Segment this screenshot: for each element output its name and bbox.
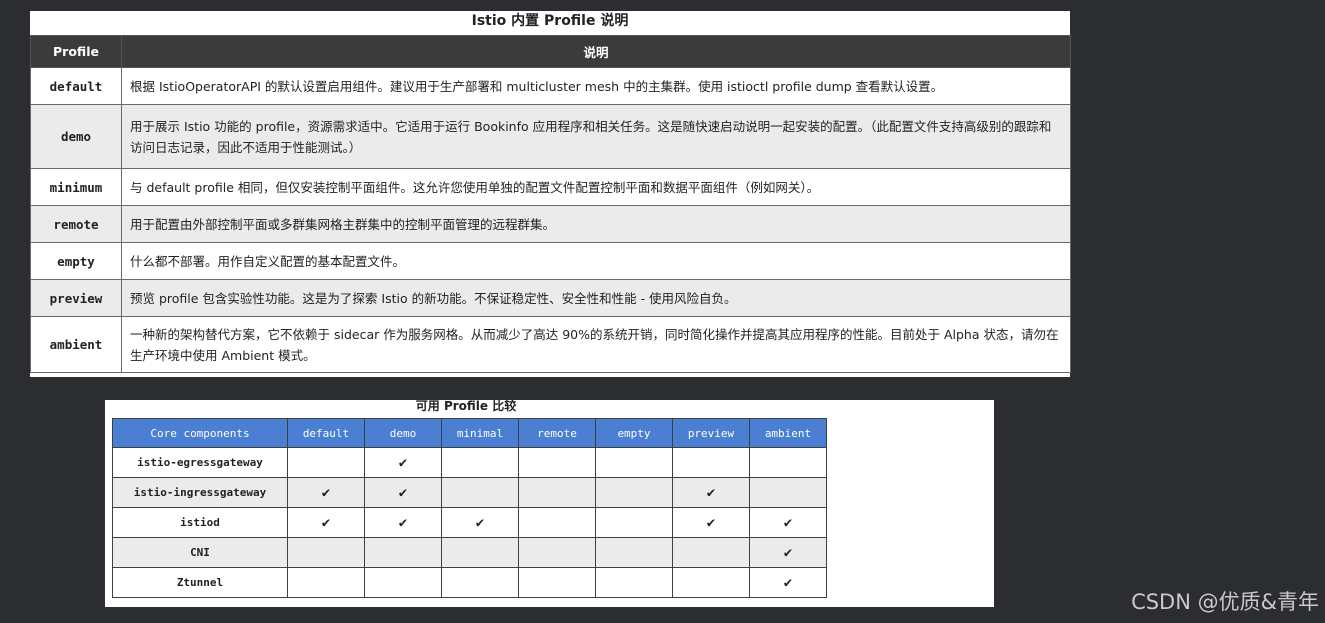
profile-description: 预览 profile 包含实验性功能。这是为了探索 Istio 的新功能。不保证… [121, 279, 1071, 317]
check-cell [287, 567, 365, 598]
check-icon: ✔ [321, 514, 331, 531]
check-cell [441, 477, 519, 508]
check-icon: ✔ [706, 514, 716, 531]
table-row: CNI ✔ [112, 537, 827, 568]
check-cell [518, 567, 596, 598]
check-cell [518, 507, 596, 538]
profiles-table: Profile 说明 default 根据 IstioOperatorAPI 的… [30, 35, 1071, 373]
header-preview: preview [672, 418, 750, 448]
profile-name: ambient [30, 316, 122, 373]
table-row: preview 预览 profile 包含实验性功能。这是为了探索 Istio … [30, 279, 1071, 317]
profile-description: 一种新的架构替代方案，它不依赖于 sidecar 作为服务网格。从而减少了高达 … [121, 316, 1071, 373]
profile-description: 什么都不部署。用作自定义配置的基本配置文件。 [121, 242, 1071, 280]
header-remote: remote [518, 418, 596, 448]
check-cell [364, 567, 442, 598]
check-cell [441, 447, 519, 478]
check-cell: ✔ [364, 477, 442, 508]
check-cell: ✔ [749, 507, 827, 538]
profile-description: 用于配置由外部控制平面或多群集网格主群集中的控制平面管理的远程群集。 [121, 205, 1071, 243]
check-cell [518, 477, 596, 508]
compare-header-row: Core components default demo minimal rem… [112, 418, 827, 448]
check-cell: ✔ [287, 477, 365, 508]
check-cell [518, 537, 596, 568]
component-name: CNI [112, 537, 288, 568]
table-row: Ztunnel ✔ [112, 567, 827, 598]
check-cell [364, 537, 442, 568]
check-icon: ✔ [475, 514, 485, 531]
header-default: default [287, 418, 365, 448]
component-name: istio-ingressgateway [112, 477, 288, 508]
header-core-components: Core components [112, 418, 288, 448]
profile-name: default [30, 67, 122, 105]
profile-name: preview [30, 279, 122, 317]
check-cell [441, 537, 519, 568]
profile-name: minimum [30, 168, 122, 206]
header-demo: demo [364, 418, 442, 448]
table-row: demo 用于展示 Istio 功能的 profile，资源需求适中。它适用于运… [30, 104, 1071, 169]
profile-name: demo [30, 104, 122, 169]
header-minimal: minimal [441, 418, 519, 448]
check-icon: ✔ [783, 514, 793, 531]
check-icon: ✔ [398, 484, 408, 501]
check-cell [287, 447, 365, 478]
component-name: istiod [112, 507, 288, 538]
check-cell [672, 567, 750, 598]
check-icon: ✔ [706, 484, 716, 501]
check-cell: ✔ [364, 447, 442, 478]
check-cell [672, 537, 750, 568]
compare-table-title: 可用 Profile 比较 [415, 399, 517, 413]
profile-name: remote [30, 205, 122, 243]
check-cell [287, 537, 365, 568]
component-name: istio-egressgateway [112, 447, 288, 478]
check-cell [672, 447, 750, 478]
check-icon: ✔ [783, 544, 793, 561]
table-row: istiod ✔ ✔ ✔ ✔ ✔ [112, 507, 827, 538]
profile-description: 与 default profile 相同，但仅安装控制平面组件。这允许您使用单独… [121, 168, 1071, 206]
check-icon: ✔ [783, 574, 793, 591]
compare-panel: 可用 Profile 比较 Core components default de… [105, 399, 994, 607]
check-cell: ✔ [364, 507, 442, 538]
header-empty: empty [595, 418, 673, 448]
component-name: Ztunnel [112, 567, 288, 598]
check-cell: ✔ [441, 507, 519, 538]
header-profile: Profile [30, 35, 122, 68]
check-cell [595, 447, 673, 478]
check-cell [595, 537, 673, 568]
profiles-table-title: Istio 内置 Profile 说明 [471, 13, 629, 29]
check-cell [749, 477, 827, 508]
check-cell [595, 477, 673, 508]
header-ambient: ambient [749, 418, 827, 448]
check-cell: ✔ [749, 567, 827, 598]
table-row: istio-ingressgateway ✔ ✔ ✔ [112, 477, 827, 508]
check-cell [518, 447, 596, 478]
table-row: remote 用于配置由外部控制平面或多群集网格主群集中的控制平面管理的远程群集… [30, 205, 1071, 243]
table-row: empty 什么都不部署。用作自定义配置的基本配置文件。 [30, 242, 1071, 280]
csdn-watermark: CSDN @优质&青年 [1131, 590, 1319, 614]
check-icon: ✔ [398, 514, 408, 531]
table-row: ambient 一种新的架构替代方案，它不依赖于 sidecar 作为服务网格。… [30, 316, 1071, 373]
check-cell [749, 447, 827, 478]
table-row: minimum 与 default profile 相同，但仅安装控制平面组件。… [30, 168, 1071, 206]
check-cell: ✔ [749, 537, 827, 568]
check-cell: ✔ [672, 507, 750, 538]
check-cell [595, 507, 673, 538]
profile-description: 用于展示 Istio 功能的 profile，资源需求适中。它适用于运行 Boo… [121, 104, 1071, 169]
profile-description: 根据 IstioOperatorAPI 的默认设置启用组件。建议用于生产部署和 … [121, 67, 1071, 105]
check-cell: ✔ [672, 477, 750, 508]
header-description: 说明 [121, 35, 1071, 68]
table-row: istio-egressgateway ✔ [112, 447, 827, 478]
table-row: default 根据 IstioOperatorAPI 的默认设置启用组件。建议… [30, 67, 1071, 105]
check-cell: ✔ [287, 507, 365, 538]
check-icon: ✔ [321, 484, 331, 501]
check-cell [595, 567, 673, 598]
profiles-table-header-row: Profile 说明 [30, 35, 1071, 68]
check-icon: ✔ [398, 454, 408, 471]
compare-table: Core components default demo minimal rem… [112, 418, 827, 598]
profile-name: empty [30, 242, 122, 280]
profiles-panel: Istio 内置 Profile 说明 Profile 说明 default 根… [30, 11, 1071, 377]
check-cell [441, 567, 519, 598]
